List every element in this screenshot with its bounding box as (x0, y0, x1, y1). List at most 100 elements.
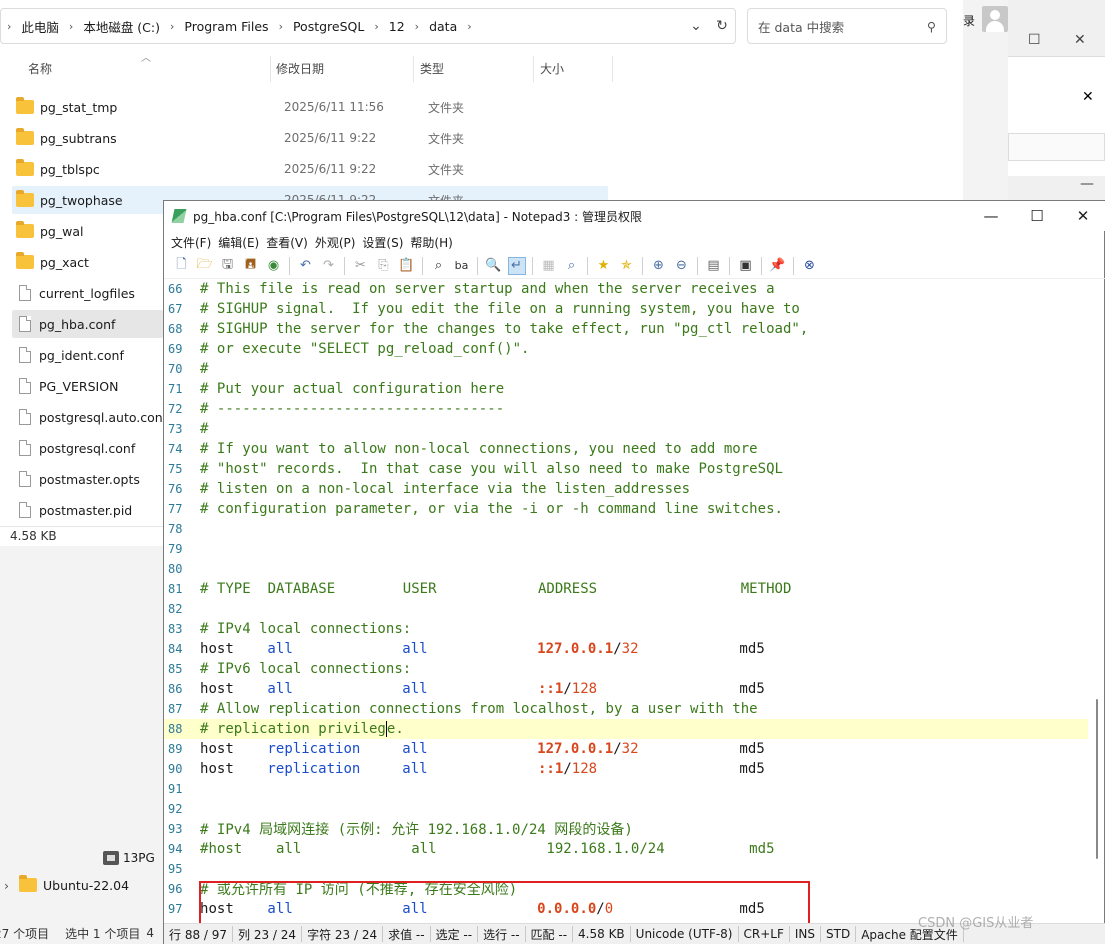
save-icon[interactable]: 🖫 (219, 257, 237, 275)
vertical-scrollbar[interactable] (1090, 279, 1104, 923)
code-line[interactable]: 95 (164, 859, 1090, 879)
status-field[interactable]: CR+LF (739, 926, 790, 942)
minimize-icon[interactable]: — (968, 201, 1014, 231)
code-line[interactable]: 79 (164, 539, 1090, 559)
close-icon[interactable]: ✕ (1060, 201, 1105, 231)
zoom-out-icon[interactable]: ⊖ (673, 257, 691, 275)
code-line[interactable]: 90 host replication all::1/128 md5 (164, 759, 1090, 779)
code-line[interactable]: 76 # listen on a non-local interface via … (164, 479, 1090, 499)
address-dropdown-icon[interactable]: ⌄ (683, 18, 709, 34)
code-line[interactable]: 92 (164, 799, 1090, 819)
breadcrumb-data[interactable]: data (429, 19, 457, 34)
close-icon[interactable]: ✕ (1074, 32, 1086, 48)
maximize-icon[interactable]: ☐ (1014, 201, 1060, 231)
avatar-icon[interactable] (982, 6, 1008, 32)
column-name[interactable]: 名称 (28, 60, 52, 77)
nav-item-ubuntu[interactable]: › Ubuntu-22.04 (0, 873, 163, 897)
expand-chevron-icon[interactable]: › (4, 878, 9, 893)
code-line[interactable]: 91 (164, 779, 1090, 799)
status-field[interactable]: INS (790, 926, 821, 942)
code-line[interactable]: 77 # configuration parameter, or via the … (164, 499, 1090, 519)
undo-icon[interactable]: ↶ (297, 257, 315, 275)
code-line[interactable]: 73 # (164, 419, 1090, 439)
redo-icon[interactable]: ↷ (320, 257, 338, 275)
goto-icon[interactable]: 🔍 (485, 257, 503, 275)
status-field[interactable]: 匹配 -- (526, 926, 574, 942)
paste-icon[interactable]: 📋 (398, 257, 416, 275)
code-line[interactable]: 72 # ---------------------------------- (164, 399, 1090, 419)
code-line[interactable]: 94 #host all all 192.168.1.0/24 md5 (164, 839, 1090, 859)
menu-edit[interactable]: 编辑(E) (217, 234, 265, 251)
code-line[interactable]: 93 # IPv4 局域网连接 (示例: 允许 192.168.1.0/24 网段… (164, 819, 1090, 839)
scrollbar-thumb[interactable] (1096, 699, 1098, 859)
code-editor[interactable]: 66 # This file is read on server startup … (164, 279, 1090, 923)
status-field[interactable]: 4.58 KB (573, 926, 631, 942)
menu-settings[interactable]: 设置(S) (361, 234, 409, 251)
status-field[interactable]: 求值 -- (383, 926, 431, 942)
menu-file[interactable]: 文件(F) (170, 234, 217, 251)
search-icon[interactable]: ⚲ (927, 19, 936, 34)
code-line[interactable]: 85 # IPv6 local connections: (164, 659, 1090, 679)
breadcrumb-drive-c[interactable]: 本地磁盘 (C:) (83, 17, 160, 36)
column-date[interactable]: 修改日期 (276, 60, 324, 77)
status-field[interactable]: Unicode (UTF-8) (631, 926, 739, 942)
search-input[interactable]: 在 data 中搜索 ⚲ (747, 8, 947, 44)
menu-appearance[interactable]: 外观(P) (314, 234, 362, 251)
replace-icon[interactable]: ba (453, 257, 471, 275)
maximize-icon[interactable]: ☐ (1028, 32, 1041, 48)
code-line[interactable]: 69 # or execute "SELECT pg_reload_conf()"… (164, 339, 1090, 359)
breadcrumb-postgresql[interactable]: PostgreSQL (293, 19, 364, 34)
title-bar[interactable]: pg_hba.conf [C:\Program Files\PostgreSQL… (164, 201, 1105, 231)
column-divider[interactable] (413, 56, 414, 82)
word-wrap-icon[interactable]: ↵ (507, 256, 526, 275)
code-line[interactable]: 86 host all all::1/128 md5 (164, 679, 1090, 699)
code-line[interactable]: 67 # SIGHUP signal. If you edit the file … (164, 299, 1090, 319)
minimize-icon[interactable]: — (1080, 176, 1094, 192)
new-file-icon[interactable]: 🗋 (173, 257, 191, 275)
add-favorite-icon[interactable]: ✯ (618, 257, 636, 275)
code-line[interactable]: 70 # (164, 359, 1090, 379)
breadcrumb-12[interactable]: 12 (389, 19, 405, 34)
file-row-pg-subtrans[interactable]: pg_subtrans 2025/6/11 9:22 文件夹 (12, 124, 608, 152)
status-field[interactable]: 选行 -- (478, 926, 526, 942)
customize-icon[interactable]: ▣ (737, 257, 755, 275)
column-type[interactable]: 类型 (420, 60, 444, 77)
address-bar[interactable]: › 此电脑 › 本地磁盘 (C:) › Program Files › Post… (0, 8, 736, 44)
status-field[interactable]: 行 88 / 97 (164, 926, 234, 942)
zoom-in-icon[interactable]: ⊕ (650, 257, 668, 275)
code-line[interactable]: 80 (164, 559, 1090, 579)
code-line[interactable]: 78 (164, 519, 1090, 539)
copy-icon[interactable]: ⎘ (375, 257, 393, 275)
browse-icon[interactable]: ◉ (265, 257, 283, 275)
status-field[interactable]: 字符 23 / 24 (302, 926, 384, 942)
code-line[interactable]: 81 # TYPE DATABASE USER ADDRESS METHOD (164, 579, 1090, 599)
menu-help[interactable]: 帮助(H) (409, 234, 458, 251)
refresh-icon[interactable]: ↻ (709, 18, 735, 34)
zoom-find-icon[interactable]: ⌕ (563, 257, 581, 275)
favorite-star-icon[interactable]: ★ (595, 257, 613, 275)
close-icon[interactable]: ✕ (1082, 89, 1094, 105)
file-row-pg-tblspc[interactable]: pg_tblspc 2025/6/11 9:22 文件夹 (12, 155, 608, 183)
nav-item-13pg[interactable]: 13PG (103, 848, 155, 868)
menu-view[interactable]: 查看(V) (265, 234, 314, 251)
code-line[interactable]: 83 # IPv4 local connections: (164, 619, 1090, 639)
file-row-pg-hba-conf[interactable]: pg_hba.conf (12, 310, 163, 338)
pin-icon[interactable]: 📌 (769, 257, 787, 275)
code-line[interactable]: 82 (164, 599, 1090, 619)
exit-icon[interactable]: ⊗ (801, 257, 819, 275)
code-line[interactable]: 89 host replication all 127.0.0.1/32 md5 (164, 739, 1090, 759)
cut-icon[interactable]: ✂ (352, 257, 370, 275)
column-divider[interactable] (612, 56, 613, 82)
open-folder-icon[interactable]: 🗁 (196, 257, 214, 275)
code-line[interactable]: 75 # "host" records. In that case you wil… (164, 459, 1090, 479)
code-line[interactable]: 88 # replication privilege. (164, 719, 1088, 739)
status-field[interactable]: 选定 -- (431, 926, 479, 942)
schemes-icon[interactable]: ▤ (705, 257, 723, 275)
mark-occurrences-icon[interactable]: ▦ (540, 257, 558, 275)
file-row-pg-stat-tmp[interactable]: pg_stat_tmp 2025/6/11 11:56 文件夹 (12, 93, 608, 121)
code-line[interactable]: 87 # Allow replication connections from l… (164, 699, 1090, 719)
breadcrumb-program-files[interactable]: Program Files (184, 19, 268, 34)
code-line[interactable]: 68 # SIGHUP the server for the changes to… (164, 319, 1090, 339)
breadcrumb-this-pc[interactable]: 此电脑 (21, 17, 59, 36)
column-divider[interactable] (533, 56, 534, 82)
